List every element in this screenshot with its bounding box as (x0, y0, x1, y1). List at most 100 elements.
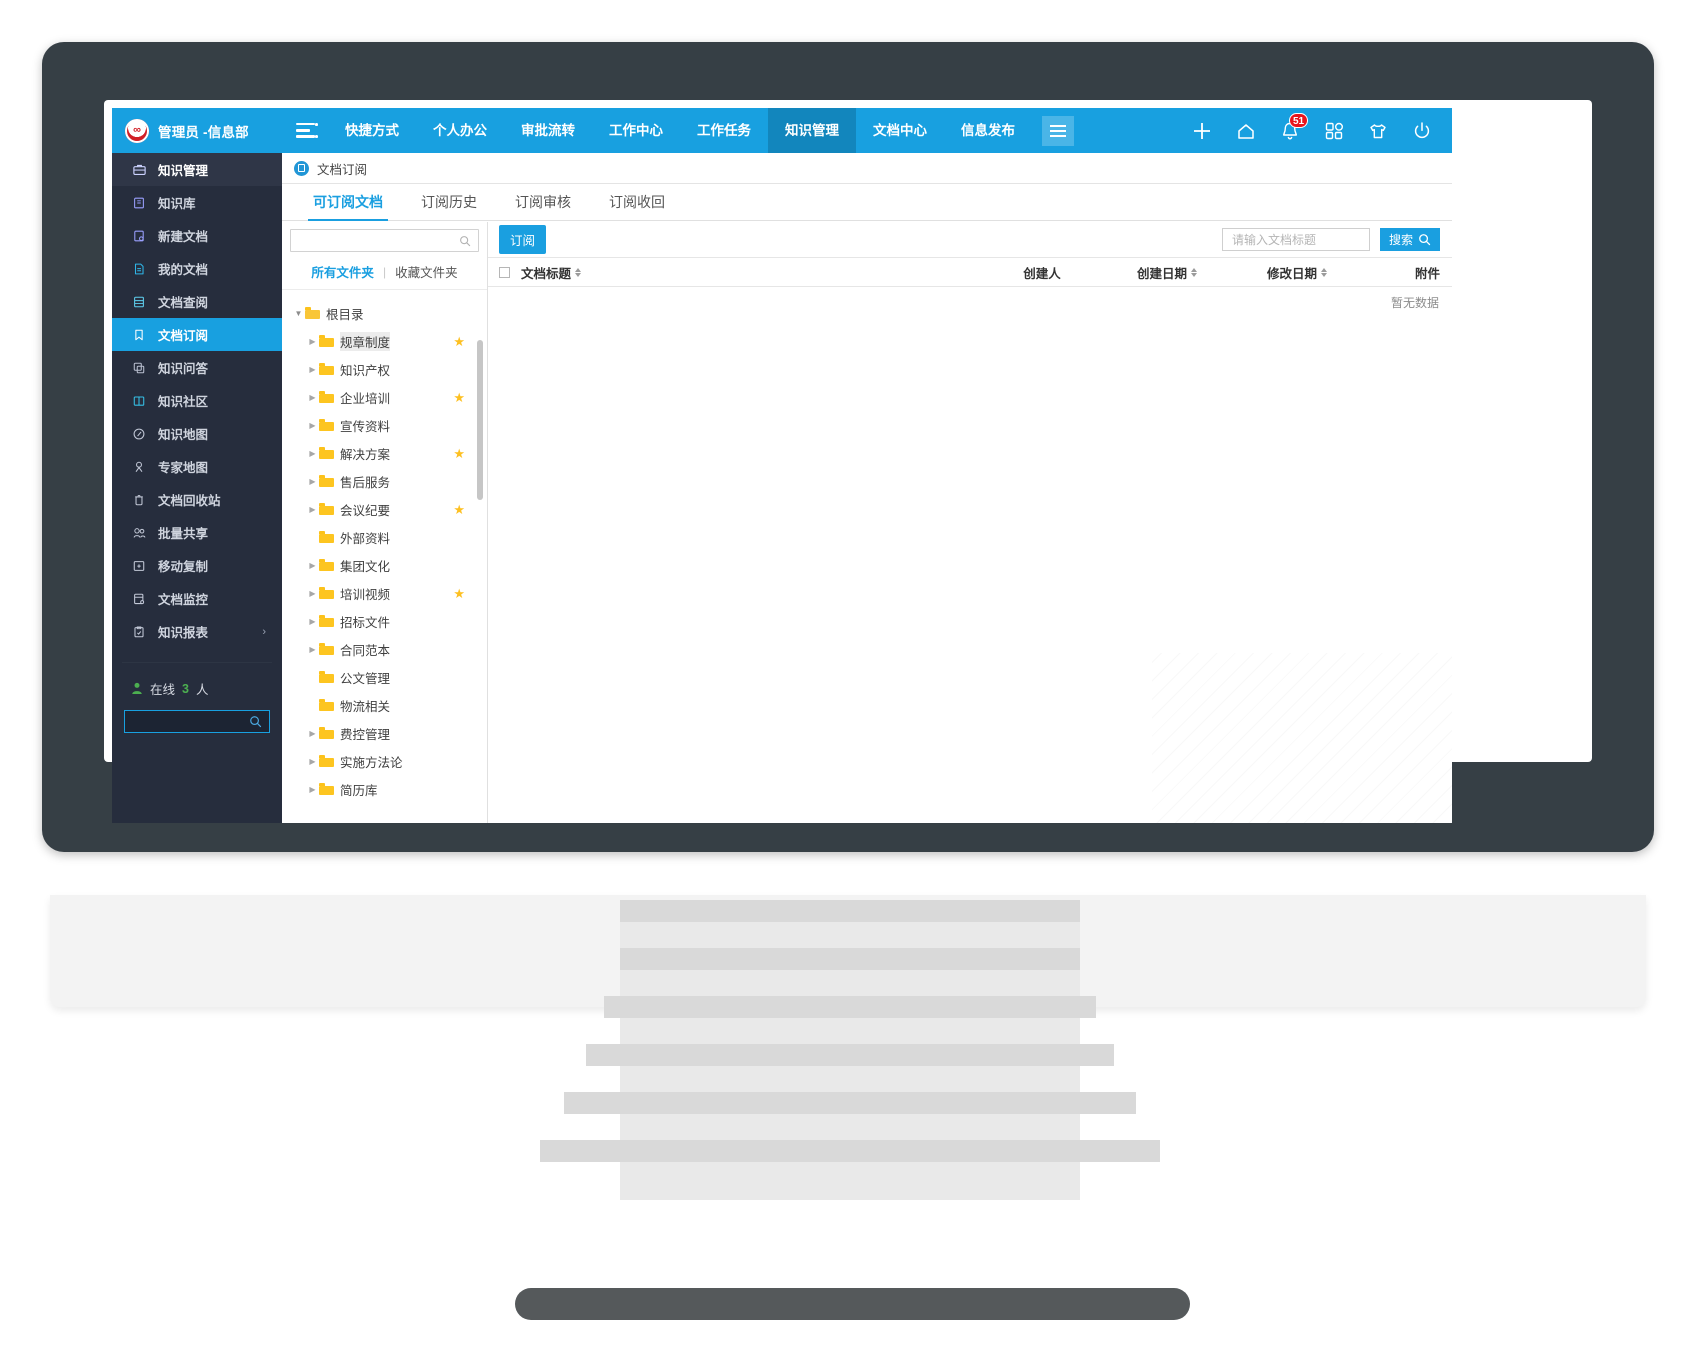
caret-down-icon[interactable]: ▼ (292, 309, 305, 318)
sidebar-item-expert-map[interactable]: 专家地图 (112, 450, 282, 483)
hamburger-icon[interactable] (1042, 115, 1074, 146)
folder-tab-favorites[interactable]: 收藏文件夹 (395, 262, 458, 281)
tab-subscription-history[interactable]: 订阅历史 (402, 192, 496, 220)
tree-node[interactable]: ▶ 招标文件 (282, 607, 487, 635)
nav-tab-approval-flow[interactable]: 审批流转 (504, 108, 592, 153)
column-header-creator[interactable]: 创建人 (982, 263, 1102, 282)
sidebar-item-knowledge-map[interactable]: 知识地图 (112, 417, 282, 450)
tree-node[interactable]: ▶ 售后服务 (282, 467, 487, 495)
document-search-box[interactable] (1221, 228, 1370, 251)
tree-node[interactable]: ▶ 会议纪要 ★ (282, 495, 487, 523)
sidebar-item-document-monitoring[interactable]: 文档监控 (112, 582, 282, 615)
sort-toggle-icon[interactable] (575, 267, 582, 277)
column-header-created-date[interactable]: 创建日期 (1102, 263, 1232, 282)
caret-right-icon[interactable]: ▶ (306, 505, 319, 514)
nav-tab-personal-office[interactable]: 个人办公 (416, 108, 504, 153)
tree-node[interactable]: 公文管理 (282, 663, 487, 691)
caret-right-icon[interactable]: ▶ (306, 729, 319, 738)
caret-right-icon[interactable]: ▶ (306, 449, 319, 458)
caret-right-icon[interactable]: ▶ (306, 477, 319, 486)
tree-node[interactable]: ▶ 知识产权 (282, 355, 487, 383)
nav-tab-info-publish[interactable]: 信息发布 (944, 108, 1032, 153)
column-header-title[interactable]: 文档标题 (521, 263, 982, 282)
folder-search-input[interactable] (290, 229, 479, 252)
sidebar-item-knowledge-qa[interactable]: 知识问答 (112, 351, 282, 384)
tree-node[interactable]: ▶ 规章制度 ★ (282, 327, 487, 355)
sidebar-item-label: 知识报表 (158, 626, 209, 640)
shirt-theme-icon[interactable] (1366, 119, 1390, 143)
tab-subscription-review[interactable]: 订阅审核 (496, 192, 590, 220)
caret-right-icon[interactable]: ▶ (306, 757, 319, 766)
sidebar-item-document-review[interactable]: 文档查阅 (112, 285, 282, 318)
caret-right-icon[interactable]: ▶ (306, 645, 319, 654)
tree-node[interactable]: ▼ 根目录 (282, 299, 487, 327)
favorite-star-icon[interactable]: ★ (453, 391, 465, 404)
sidebar-item-knowledge-base[interactable]: 知识库 (112, 186, 282, 219)
tree-node[interactable]: ▶ 宣传资料 (282, 411, 487, 439)
tree-node[interactable]: ▶ 合同范本 (282, 635, 487, 663)
favorite-star-icon[interactable]: ★ (453, 335, 465, 348)
tree-node-label: 物流相关 (340, 699, 391, 714)
caret-right-icon[interactable]: ▶ (306, 421, 319, 430)
folder-tab-all[interactable]: 所有文件夹 (311, 262, 374, 281)
bell-icon[interactable]: 51 (1278, 112, 1309, 143)
search-input[interactable] (1229, 231, 1362, 248)
body-split: 所有文件夹 | 收藏文件夹 ▼ 根目录 ▶ 规章制度 ★ ▶ 知识产权 ▶ 企业… (282, 222, 1452, 823)
nav-tab-work-tasks[interactable]: 工作任务 (680, 108, 768, 153)
home-icon[interactable] (1234, 119, 1258, 143)
favorite-star-icon[interactable]: ★ (453, 587, 465, 600)
list-collapse-icon[interactable] (282, 108, 328, 153)
power-icon[interactable] (1410, 119, 1434, 143)
sort-toggle-icon[interactable] (1191, 267, 1197, 277)
sidebar-item-my-documents[interactable]: 我的文档 (112, 252, 282, 285)
tab-subscription-withdraw[interactable]: 订阅收回 (590, 192, 684, 220)
tree-node[interactable]: ▶ 实施方法论 (282, 747, 487, 775)
sidebar-item-move-copy[interactable]: 移动复制 (112, 549, 282, 582)
folder-tree-scrollbar[interactable] (477, 222, 485, 823)
sidebar-search-input[interactable] (124, 710, 270, 733)
sidebar-item-batch-share[interactable]: 批量共享 (112, 516, 282, 549)
nav-tab-shortcuts[interactable]: 快捷方式 (328, 108, 416, 153)
nav-tab-work-center[interactable]: 工作中心 (592, 108, 680, 153)
column-header-modified-date[interactable]: 修改日期 (1232, 263, 1362, 282)
sidebar-item-document-subscription[interactable]: 文档订阅 (112, 318, 282, 351)
tree-node[interactable]: ▶ 集团文化 (282, 551, 487, 579)
caret-right-icon[interactable]: ▶ (306, 337, 319, 346)
caret-right-icon[interactable]: ▶ (306, 393, 319, 402)
empty-state-message: 暂无数据 (1390, 296, 1439, 310)
caret-right-icon[interactable]: ▶ (306, 785, 319, 794)
sidebar-item-document-recycle-bin[interactable]: 文档回收站 (112, 483, 282, 516)
select-all-checkbox[interactable] (499, 266, 521, 278)
top-navigation-bar: ∞ 管理员 -信息部 快捷方式 个人办公 审批流转 工作中心 工作任务 知识管理… (112, 108, 1452, 153)
tree-node[interactable]: ▶ 培训视频 ★ (282, 579, 487, 607)
sidebar-item-knowledge-reports[interactable]: 知识报表 › (112, 615, 282, 648)
caret-right-icon[interactable]: ▶ (306, 589, 319, 598)
tab-subscribable-docs[interactable]: 可订阅文档 (294, 192, 402, 221)
tree-node[interactable]: ▶ 简历库 (282, 775, 487, 803)
sidebar-item-new-document[interactable]: 新建文档 (112, 219, 282, 252)
subscribe-button[interactable]: 订阅 (499, 225, 547, 254)
column-header-attachment[interactable]: 附件 (1362, 263, 1440, 282)
plus-icon[interactable] (1190, 119, 1214, 143)
sidebar-item-knowledge-community[interactable]: 知识社区 (112, 384, 282, 417)
tree-node[interactable]: ▶ 解决方案 ★ (282, 439, 487, 467)
checkbox-glyph (499, 266, 510, 278)
column-label: 修改日期 (1266, 266, 1317, 281)
nav-tab-document-center[interactable]: 文档中心 (856, 108, 944, 153)
nav-tab-knowledge-management[interactable]: 知识管理 (768, 108, 856, 153)
apps-grid-icon[interactable] (1322, 119, 1346, 143)
sidebar-header-knowledge-management[interactable]: 知识管理 (112, 153, 282, 186)
caret-right-icon[interactable]: ▶ (306, 365, 319, 374)
caret-right-icon[interactable]: ▶ (306, 617, 319, 626)
document-list-panel: 订阅 搜索 (488, 222, 1452, 823)
favorite-star-icon[interactable]: ★ (453, 447, 465, 460)
tree-node[interactable]: 外部资料 (282, 523, 487, 551)
sort-toggle-icon[interactable] (1321, 267, 1327, 277)
folder-tree-scroll-thumb[interactable] (477, 340, 483, 500)
tree-node[interactable]: ▶ 费控管理 (282, 719, 487, 747)
caret-right-icon[interactable]: ▶ (306, 561, 319, 570)
favorite-star-icon[interactable]: ★ (453, 503, 465, 516)
tree-node[interactable]: ▶ 企业培训 ★ (282, 383, 487, 411)
search-button[interactable]: 搜索 (1379, 228, 1440, 251)
tree-node[interactable]: 物流相关 (282, 691, 487, 719)
